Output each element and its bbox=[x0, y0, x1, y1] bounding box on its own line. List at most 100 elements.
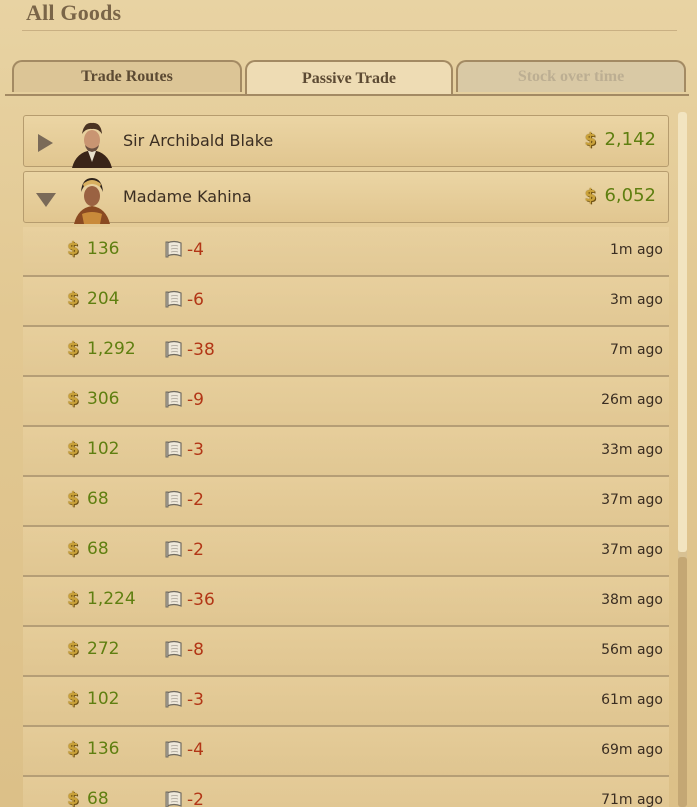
coin-icon: $ bbox=[67, 289, 79, 309]
trade-goods-value: -3 bbox=[187, 690, 204, 710]
coin-icon: $ bbox=[67, 639, 79, 659]
cloth-scroll-icon bbox=[163, 489, 185, 511]
trade-goods: -38 bbox=[163, 339, 215, 361]
trade-goods: -6 bbox=[163, 289, 204, 311]
page-title: All Goods bbox=[26, 0, 122, 25]
scrollbar-track bbox=[678, 557, 687, 807]
trade-gold-value: 1,292 bbox=[87, 339, 136, 359]
trade-timestamp: 56m ago bbox=[601, 642, 663, 658]
trade-gold: $ 68 bbox=[65, 489, 109, 509]
coin-icon: $ bbox=[67, 539, 79, 559]
trade-goods: -8 bbox=[163, 639, 204, 661]
trade-goods: -2 bbox=[163, 489, 204, 511]
trade-gold-value: 68 bbox=[87, 539, 109, 559]
trade-goods-value: -2 bbox=[187, 490, 204, 510]
trade-gold: $ 306 bbox=[65, 389, 119, 409]
trade-gold-value: 1,224 bbox=[87, 589, 136, 609]
cloth-scroll-icon bbox=[163, 339, 185, 361]
cloth-scroll-icon bbox=[163, 689, 185, 711]
trade-gold: $ 136 bbox=[65, 239, 119, 259]
trade-gold-value: 102 bbox=[87, 689, 120, 709]
coin-icon: $ bbox=[67, 739, 79, 759]
trade-goods-value: -36 bbox=[187, 590, 215, 610]
trade-row: $ 272 -8 56m ago bbox=[23, 627, 669, 677]
trade-timestamp: 3m ago bbox=[609, 292, 663, 308]
trade-goods-value: -38 bbox=[187, 340, 215, 360]
trade-gold-value: 68 bbox=[87, 489, 109, 509]
trade-row: $ 68 -2 37m ago bbox=[23, 527, 669, 577]
trade-timestamp: 61m ago bbox=[601, 692, 663, 708]
trade-gold: $ 102 bbox=[65, 689, 119, 709]
merchant-name: Madame Kahina bbox=[123, 187, 252, 206]
cloth-scroll-icon bbox=[163, 739, 185, 761]
coin-icon: $ bbox=[584, 129, 597, 150]
tab-divider bbox=[5, 94, 689, 96]
merchant-group-header[interactable]: Madame Kahina $ 6,052 bbox=[23, 171, 669, 224]
trade-timestamp: 69m ago bbox=[601, 742, 663, 758]
trade-timestamp: 7m ago bbox=[609, 342, 663, 358]
trade-gold: $ 68 bbox=[65, 789, 109, 807]
trade-timestamp: 37m ago bbox=[601, 542, 663, 558]
trade-gold: $ 272 bbox=[65, 639, 119, 659]
trade-gold-value: 68 bbox=[87, 789, 109, 807]
trade-gold-value: 204 bbox=[87, 289, 120, 309]
trade-row: $ 136 -4 1m ago bbox=[23, 227, 669, 277]
trade-gold-value: 136 bbox=[87, 739, 120, 759]
trade-timestamp: 38m ago bbox=[601, 592, 663, 608]
trade-timestamp: 37m ago bbox=[601, 492, 663, 508]
trade-goods: -4 bbox=[163, 239, 204, 261]
trade-gold: $ 1,292 bbox=[65, 339, 136, 359]
merchant-name: Sir Archibald Blake bbox=[123, 131, 274, 150]
trade-goods-value: -4 bbox=[187, 740, 204, 760]
trade-row: $ 68 -2 37m ago bbox=[23, 477, 669, 527]
tab-stock-over-time[interactable]: Stock over time bbox=[456, 60, 686, 92]
expand-arrow-icon[interactable] bbox=[38, 134, 53, 152]
merchant-gold-total: $ 2,142 bbox=[582, 129, 656, 150]
trade-goods-value: -2 bbox=[187, 540, 204, 560]
tab-bar: Trade Routes Passive Trade Stock over ti… bbox=[0, 60, 697, 96]
tab-passive-trade[interactable]: Passive Trade bbox=[245, 60, 453, 96]
trade-gold-value: 102 bbox=[87, 439, 120, 459]
coin-icon: $ bbox=[67, 689, 79, 709]
trade-goods: -3 bbox=[163, 439, 204, 461]
trade-row: $ 102 -3 33m ago bbox=[23, 427, 669, 477]
trade-goods: -2 bbox=[163, 539, 204, 561]
trade-row: $ 204 -6 3m ago bbox=[23, 277, 669, 327]
collapse-arrow-icon[interactable] bbox=[36, 193, 56, 207]
trade-goods: -9 bbox=[163, 389, 204, 411]
cloth-scroll-icon bbox=[163, 589, 185, 611]
trade-row: $ 136 -4 69m ago bbox=[23, 727, 669, 777]
trade-gold: $ 68 bbox=[65, 539, 109, 559]
merchant-group-header[interactable]: Sir Archibald Blake $ 2,142 bbox=[23, 115, 669, 168]
scrollbar[interactable] bbox=[678, 112, 687, 807]
trade-goods: -4 bbox=[163, 739, 204, 761]
trade-gold: $ 1,224 bbox=[65, 589, 136, 609]
trade-goods: -2 bbox=[163, 789, 204, 807]
coin-icon: $ bbox=[67, 239, 79, 259]
trade-timestamp: 33m ago bbox=[601, 442, 663, 458]
trade-row: $ 1,224 -36 38m ago bbox=[23, 577, 669, 627]
coin-icon: $ bbox=[67, 389, 79, 409]
trade-goods-value: -3 bbox=[187, 440, 204, 460]
coin-icon: $ bbox=[67, 439, 79, 459]
coin-icon: $ bbox=[67, 489, 79, 509]
cloth-scroll-icon bbox=[163, 789, 185, 807]
trade-goods: -36 bbox=[163, 589, 215, 611]
trade-goods-value: -4 bbox=[187, 240, 204, 260]
trade-list: Sir Archibald Blake $ 2,142 Madame Kahin… bbox=[23, 115, 669, 807]
trade-timestamp: 26m ago bbox=[601, 392, 663, 408]
trade-timestamp: 71m ago bbox=[601, 792, 663, 807]
trade-goods-value: -9 bbox=[187, 390, 204, 410]
avatar bbox=[68, 118, 116, 168]
trade-gold: $ 136 bbox=[65, 739, 119, 759]
trade-timestamp: 1m ago bbox=[609, 242, 663, 258]
cloth-scroll-icon bbox=[163, 439, 185, 461]
trade-gold: $ 204 bbox=[65, 289, 119, 309]
tab-trade-routes[interactable]: Trade Routes bbox=[12, 60, 242, 92]
scrollbar-thumb[interactable] bbox=[678, 112, 687, 552]
trade-row: $ 306 -9 26m ago bbox=[23, 377, 669, 427]
cloth-scroll-icon bbox=[163, 389, 185, 411]
cloth-scroll-icon bbox=[163, 539, 185, 561]
gold-total-value: 2,142 bbox=[604, 129, 656, 150]
trade-gold-value: 136 bbox=[87, 239, 120, 259]
